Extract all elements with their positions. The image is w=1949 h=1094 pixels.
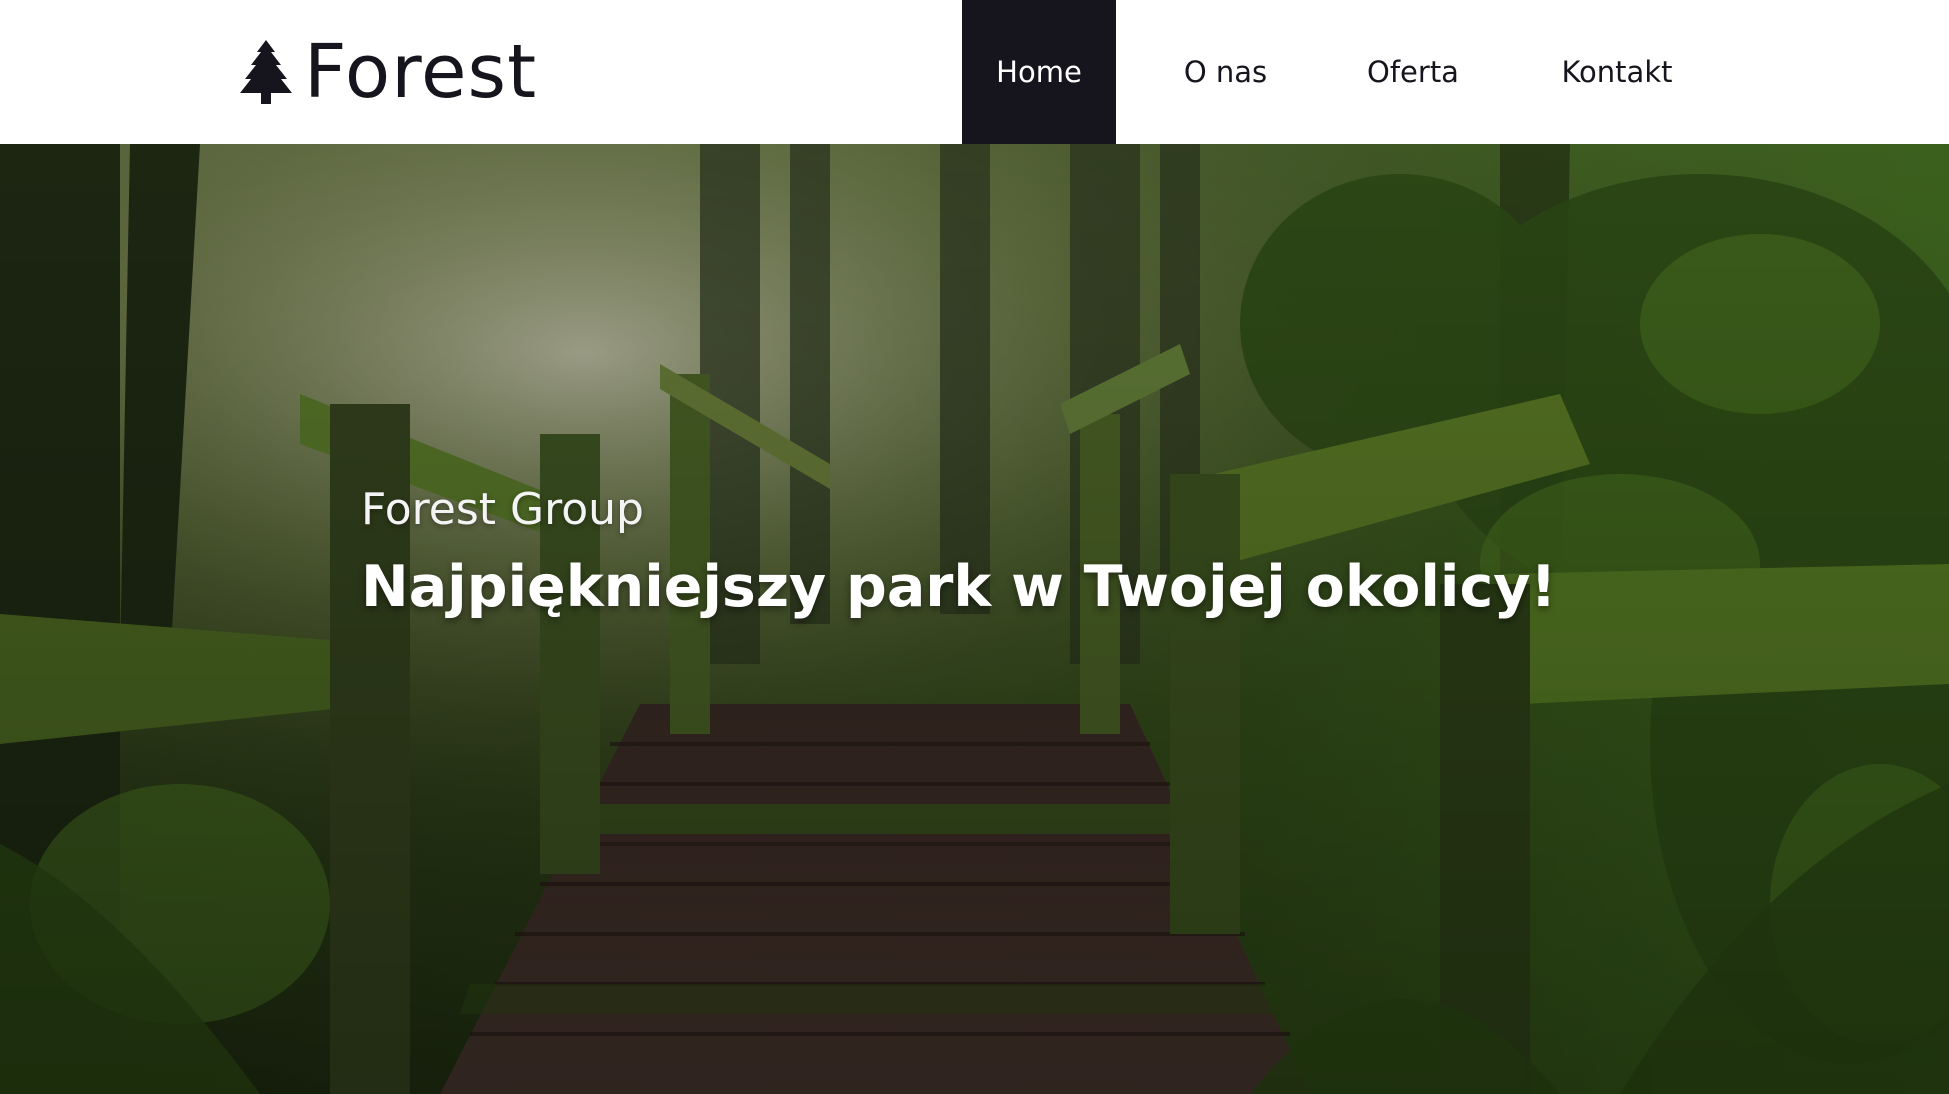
logo-link[interactable]: Forest — [240, 30, 537, 114]
nav-item-home[interactable]: Home — [962, 0, 1116, 144]
hero-subtitle: Forest Group — [361, 484, 644, 535]
nav-item-oferta[interactable]: Oferta — [1335, 0, 1491, 144]
pine-tree-icon — [240, 40, 292, 104]
main-nav: Home O nas Oferta Kontakt — [962, 0, 1743, 144]
site-header: Forest Home O nas Oferta Kontakt — [0, 0, 1949, 144]
hero-text-block: Forest Group Najpiękniejszy park w Twoje… — [361, 482, 1556, 622]
hero-title: Najpiękniejszy park w Twojej okolicy! — [361, 554, 1557, 620]
nav-item-o-nas[interactable]: O nas — [1116, 0, 1335, 144]
hero-section: Forest Group Najpiękniejszy park w Twoje… — [0, 144, 1949, 1094]
logo-text: Forest — [304, 29, 538, 115]
nav-item-kontakt[interactable]: Kontakt — [1491, 0, 1743, 144]
